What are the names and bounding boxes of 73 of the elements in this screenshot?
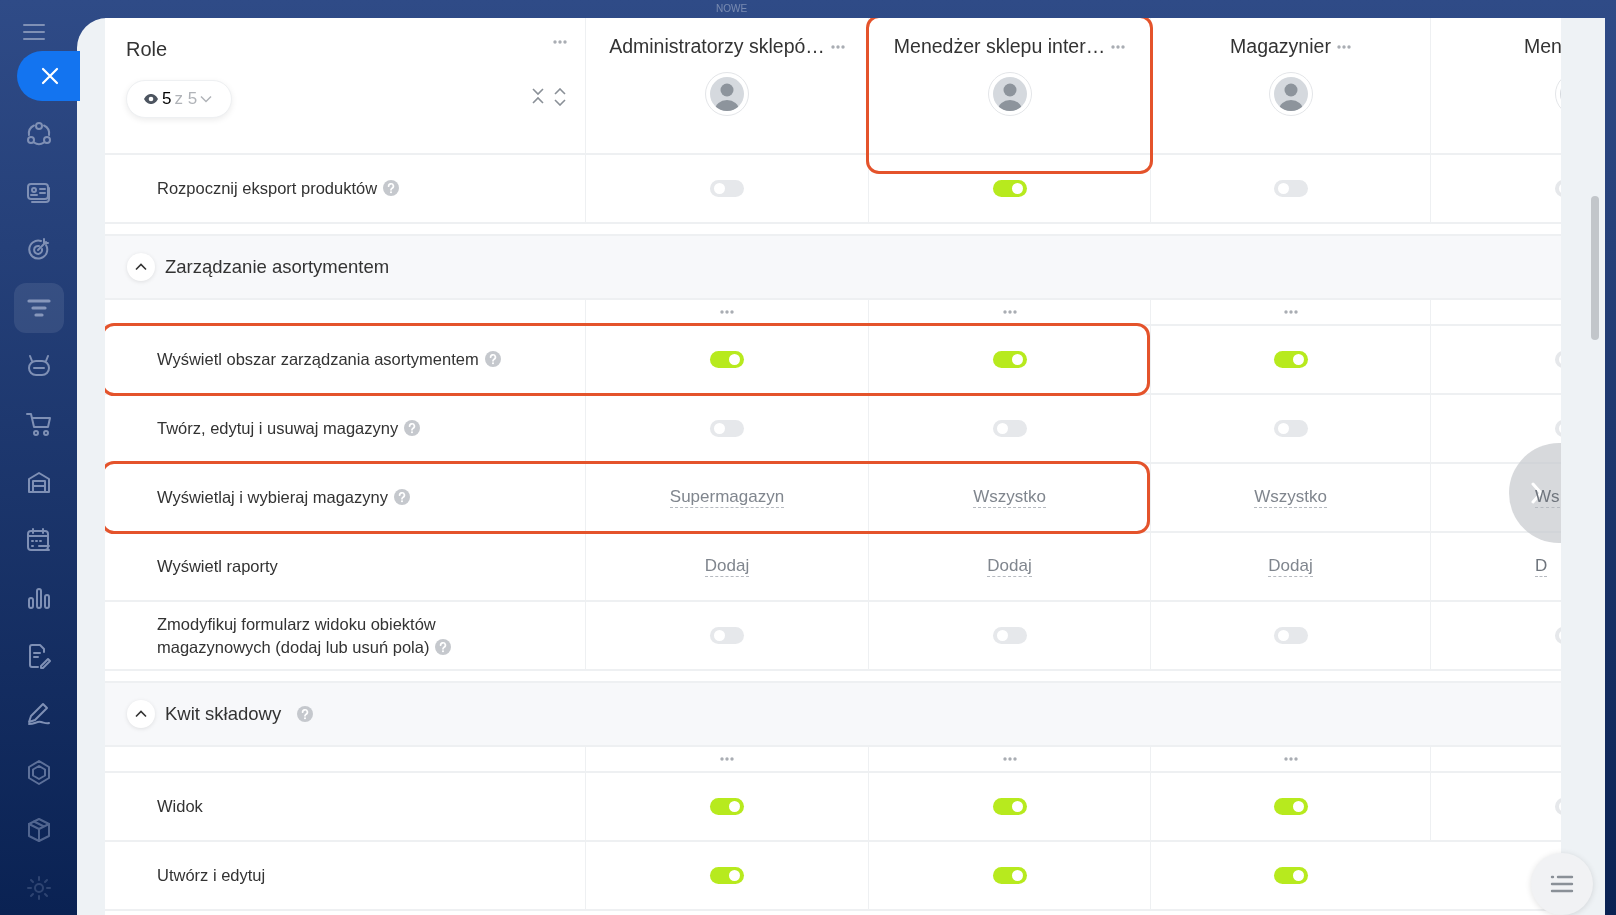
avatar (992, 77, 1027, 111)
more-icon[interactable] (1002, 310, 1017, 314)
toggle-switch[interactable] (1273, 351, 1308, 368)
avatar (710, 77, 744, 111)
eye-icon (143, 93, 159, 105)
column-title: Menedżer sklepu inter… (893, 34, 1106, 60)
more-icon[interactable] (1336, 45, 1351, 49)
permission-label: Wyświetlaj i wybieraj magazyny (157, 488, 388, 506)
chevron-down-icon (200, 95, 213, 103)
permission-label: Twórz, edytuj i usuwaj magazyny (157, 419, 399, 437)
toggle-switch[interactable] (710, 180, 744, 197)
more-icon[interactable] (1283, 310, 1298, 314)
value-link[interactable]: Supermagazyn (669, 487, 785, 508)
value-link[interactable]: Dodaj (704, 556, 750, 577)
toggle-switch[interactable] (992, 867, 1027, 884)
permission-label: Zmodyfikuj formularz widoku obiektów magazynowych (dodaj lub usuń pola) (157, 614, 436, 656)
permission-label: Wyświetl raporty (157, 557, 278, 575)
toggle-switch[interactable] (710, 351, 744, 368)
toggle-switch[interactable] (1273, 867, 1308, 884)
value-link[interactable]: Dodaj (1268, 556, 1313, 577)
cart-icon (24, 410, 53, 438)
chevron-up-icon (135, 710, 147, 718)
collapse-button[interactable] (127, 700, 155, 728)
chevron-up-icon (135, 263, 147, 271)
tab-label[interactable]: NOWE (716, 4, 748, 14)
toggle-switch[interactable] (992, 627, 1027, 644)
toggle-switch[interactable] (710, 627, 744, 644)
toggle-switch[interactable] (710, 420, 744, 437)
avatar (1273, 77, 1308, 111)
value-link[interactable]: Dodaj (987, 556, 1032, 577)
value-link[interactable]: Wszystko (1254, 487, 1327, 508)
section-title: Zarządzanie asortymentem (165, 255, 390, 280)
permission-label: Utwórz i edytuj (157, 866, 266, 884)
collapse-button[interactable] (127, 253, 155, 281)
calendar-icon (24, 526, 53, 554)
toggle-switch[interactable] (992, 798, 1027, 815)
visibility-filter[interactable]: 5 z 5 (126, 80, 232, 118)
toggle-switch[interactable] (992, 351, 1027, 368)
column-title: Magazynier (1230, 34, 1331, 60)
column-title: Men (1524, 34, 1561, 60)
toggle-switch[interactable] (710, 798, 744, 815)
permission-label: Rozpocznij eksport produktów (157, 179, 378, 197)
share-icon (24, 120, 53, 148)
menu-icon (21, 22, 46, 42)
more-icon[interactable] (720, 757, 734, 761)
toggle-switch[interactable] (1273, 180, 1308, 197)
more-icon[interactable] (1111, 45, 1126, 49)
collapse-all-icon[interactable] (531, 88, 545, 104)
more-icon[interactable] (553, 40, 567, 44)
toggle-switch[interactable] (992, 420, 1027, 437)
section-title: Kwit składowy (165, 702, 282, 727)
more-icon[interactable] (1002, 757, 1017, 761)
toggle-switch[interactable] (710, 867, 744, 884)
toggle-switch[interactable] (1273, 420, 1308, 437)
column-title: Administratorzy sklepó… (609, 34, 825, 60)
more-icon[interactable] (1283, 757, 1298, 761)
close-button[interactable] (17, 51, 80, 101)
menu-button[interactable] (21, 22, 46, 42)
permission-label: Wyświetl obszar zarządzania asortymentem (157, 350, 479, 368)
more-icon[interactable] (830, 45, 845, 49)
more-icon[interactable] (720, 310, 734, 314)
toggle-switch[interactable] (992, 180, 1027, 197)
value-link[interactable]: Wszystko (973, 487, 1046, 508)
toggle-switch[interactable] (1273, 627, 1308, 644)
expand-all-icon[interactable] (553, 88, 567, 106)
close-icon (41, 67, 59, 85)
column-title: Role (126, 37, 168, 62)
list-icon (1550, 875, 1574, 893)
list-button[interactable] (1531, 853, 1593, 915)
toggle-switch[interactable] (1273, 798, 1308, 815)
value-link[interactable]: D (1535, 556, 1548, 577)
permission-label: Widok (157, 797, 203, 815)
sidebar-item[interactable] (13, 283, 64, 333)
